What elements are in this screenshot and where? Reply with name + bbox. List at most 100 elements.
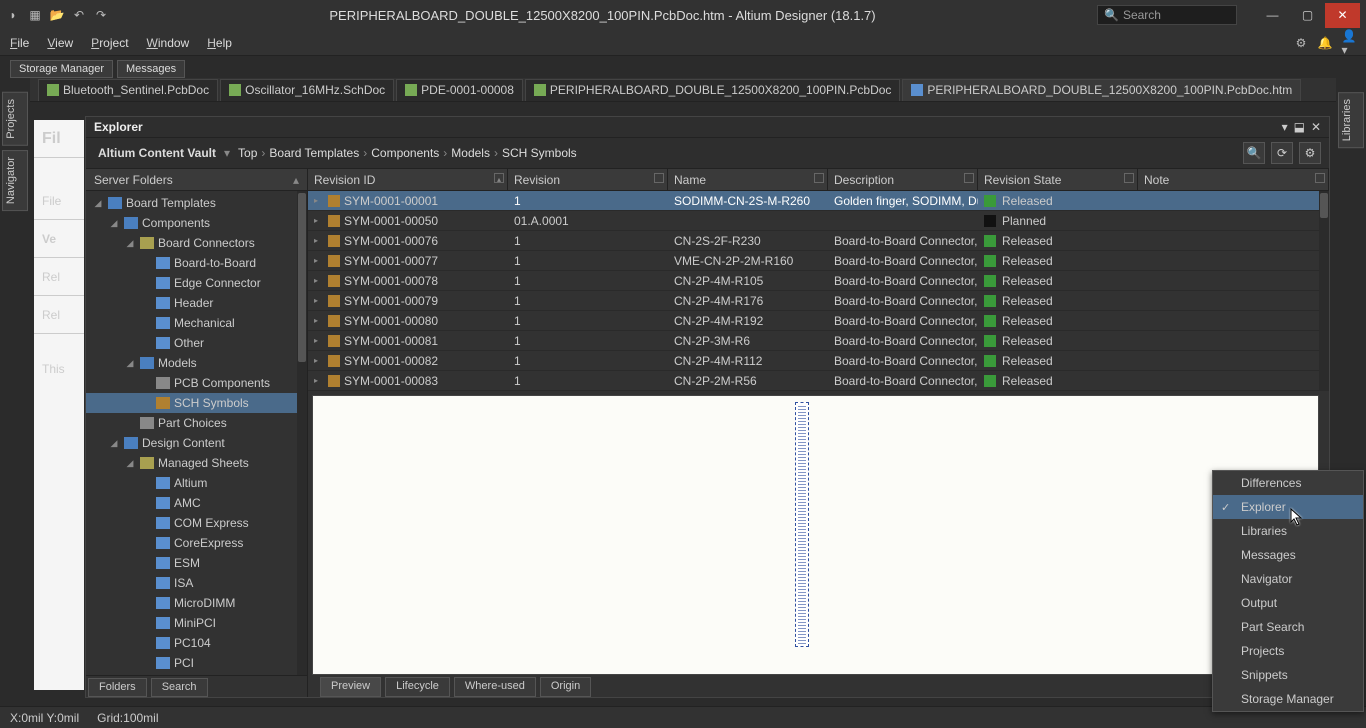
gear-icon[interactable]: ⚙ bbox=[1294, 36, 1308, 50]
tree-node[interactable]: COM Express bbox=[86, 513, 307, 533]
column-header[interactable]: Revision ID▴ bbox=[308, 169, 508, 190]
preview-tab-where-used[interactable]: Where-used bbox=[454, 677, 536, 697]
tree-node[interactable]: Part Choices bbox=[86, 413, 307, 433]
expand-arrow-icon[interactable]: ◢ bbox=[124, 238, 136, 249]
settings-icon[interactable]: ⚙ bbox=[1299, 142, 1321, 164]
tree-node[interactable]: PC104 bbox=[86, 633, 307, 653]
tree-node[interactable]: ◢Components bbox=[86, 213, 307, 233]
context-menu-item[interactable]: Projects bbox=[1213, 639, 1363, 663]
tree-node[interactable]: MiniPCI bbox=[86, 613, 307, 633]
doc-tab[interactable]: PERIPHERALBOARD_DOUBLE_12500X8200_100PIN… bbox=[525, 79, 901, 101]
preview-tab-lifecycle[interactable]: Lifecycle bbox=[385, 677, 450, 697]
table-row[interactable]: ▸SYM-0001-000781CN-2P-4M-R105Board-to-Bo… bbox=[308, 271, 1329, 291]
expand-icon[interactable]: ▸ bbox=[314, 316, 324, 325]
grid-scrollbar[interactable] bbox=[1319, 191, 1329, 391]
search-icon[interactable]: 🔍 bbox=[1243, 142, 1265, 164]
context-menu-item[interactable]: Differences bbox=[1213, 471, 1363, 495]
filter-icon[interactable] bbox=[1315, 173, 1325, 183]
context-menu-item[interactable]: Storage Manager bbox=[1213, 687, 1363, 711]
tree-tab-folders[interactable]: Folders bbox=[88, 678, 147, 697]
expand-arrow-icon[interactable]: ◢ bbox=[124, 358, 136, 369]
tree-node[interactable]: Edge Connector bbox=[86, 273, 307, 293]
column-header[interactable]: Name bbox=[668, 169, 828, 190]
breadcrumb-root[interactable]: Altium Content Vault bbox=[94, 144, 220, 162]
tree-node[interactable]: CoreExpress bbox=[86, 533, 307, 553]
filter-icon[interactable] bbox=[814, 173, 824, 183]
table-row[interactable]: ▸SYM-0001-000801CN-2P-4M-R192Board-to-Bo… bbox=[308, 311, 1329, 331]
doc-tab[interactable]: PDE-0001-00008 bbox=[396, 79, 523, 101]
tree-node[interactable]: MicroDIMM bbox=[86, 593, 307, 613]
tree-header[interactable]: Server Folders ▴ bbox=[86, 169, 307, 191]
menu-view[interactable]: View bbox=[47, 36, 73, 50]
redo-icon[interactable]: ↷ bbox=[94, 8, 108, 22]
table-row[interactable]: ▸SYM-0001-000761CN-2S-2F-R230Board-to-Bo… bbox=[308, 231, 1329, 251]
context-menu-item[interactable]: ✓Explorer bbox=[1213, 495, 1363, 519]
tree-node[interactable]: ◢Models bbox=[86, 353, 307, 373]
tree-node[interactable]: PCI bbox=[86, 653, 307, 673]
column-header[interactable]: Revision State bbox=[978, 169, 1138, 190]
expand-icon[interactable]: ▸ bbox=[314, 256, 324, 265]
table-row[interactable]: ▸SYM-0001-000831CN-2P-2M-R56Board-to-Boa… bbox=[308, 371, 1329, 391]
preview-tab-preview[interactable]: Preview bbox=[320, 677, 381, 697]
tree-node[interactable]: Other bbox=[86, 333, 307, 353]
menu-project[interactable]: Project bbox=[91, 36, 128, 50]
menu-file[interactable]: File bbox=[10, 36, 29, 50]
expand-icon[interactable]: ▸ bbox=[314, 276, 324, 285]
undo-icon[interactable]: ↶ bbox=[72, 8, 86, 22]
panel-pin-icon[interactable]: ⬓ bbox=[1294, 120, 1305, 134]
menu-help[interactable]: Help bbox=[207, 36, 232, 50]
breadcrumb-item[interactable]: Components bbox=[367, 144, 443, 162]
tree-tab-search[interactable]: Search bbox=[151, 678, 208, 697]
menu-window[interactable]: Window bbox=[147, 36, 190, 50]
tree-node[interactable]: ◢Managed Sheets bbox=[86, 453, 307, 473]
doc-tab[interactable]: Bluetooth_Sentinel.PcbDoc bbox=[38, 79, 218, 101]
side-tab-libraries[interactable]: Libraries bbox=[1338, 92, 1364, 148]
table-row[interactable]: ▸SYM-0001-0005001.A.0001Planned bbox=[308, 211, 1329, 231]
expand-arrow-icon[interactable]: ◢ bbox=[124, 458, 136, 469]
table-row[interactable]: ▸SYM-0001-000791CN-2P-4M-R176Board-to-Bo… bbox=[308, 291, 1329, 311]
column-header[interactable]: Revision bbox=[508, 169, 668, 190]
doc-tab[interactable]: PERIPHERALBOARD_DOUBLE_12500X8200_100PIN… bbox=[902, 79, 1301, 101]
tree-node[interactable]: ◢Design Content bbox=[86, 433, 307, 453]
expand-icon[interactable]: ▸ bbox=[314, 216, 324, 225]
bell-icon[interactable]: 🔔 bbox=[1318, 36, 1332, 50]
expand-icon[interactable]: ▸ bbox=[314, 356, 324, 365]
tree-node[interactable]: PCB Components bbox=[86, 373, 307, 393]
tree-node[interactable]: ESM bbox=[86, 553, 307, 573]
column-header[interactable]: Description bbox=[828, 169, 978, 190]
expand-arrow-icon[interactable]: ◢ bbox=[108, 218, 120, 229]
user-icon[interactable]: 👤▾ bbox=[1342, 36, 1356, 50]
open-icon[interactable]: 📂 bbox=[50, 8, 64, 22]
tree-node[interactable]: Header bbox=[86, 293, 307, 313]
doc-tab[interactable]: Oscillator_16MHz.SchDoc bbox=[220, 79, 394, 101]
table-row[interactable]: ▸SYM-0001-000811CN-2P-3M-R6Board-to-Boar… bbox=[308, 331, 1329, 351]
preview-tab-origin[interactable]: Origin bbox=[540, 677, 591, 697]
subtab-messages[interactable]: Messages bbox=[117, 60, 185, 78]
expand-icon[interactable]: ▸ bbox=[314, 296, 324, 305]
refresh-icon[interactable]: ⟳ bbox=[1271, 142, 1293, 164]
preview-area[interactable] bbox=[312, 395, 1319, 675]
maximize-button[interactable]: ▢ bbox=[1290, 3, 1325, 28]
minimize-button[interactable]: — bbox=[1255, 3, 1290, 28]
expand-icon[interactable]: ▸ bbox=[314, 336, 324, 345]
expand-icon[interactable]: ▸ bbox=[314, 376, 324, 385]
context-menu-item[interactable]: Part Search bbox=[1213, 615, 1363, 639]
filter-icon[interactable] bbox=[494, 173, 504, 183]
tree-node[interactable]: ◢Board Connectors bbox=[86, 233, 307, 253]
close-button[interactable]: ✕ bbox=[1325, 3, 1360, 28]
side-tab-navigator[interactable]: Navigator bbox=[2, 150, 28, 211]
tree-node[interactable]: Altium bbox=[86, 473, 307, 493]
panel-dropdown-icon[interactable]: ▾ bbox=[1282, 120, 1288, 134]
expand-icon[interactable]: ▸ bbox=[314, 196, 324, 205]
panel-close-icon[interactable]: ✕ bbox=[1311, 120, 1321, 134]
context-menu-item[interactable]: Snippets bbox=[1213, 663, 1363, 687]
column-header[interactable]: Note bbox=[1138, 169, 1329, 190]
tree-node[interactable]: Mechanical bbox=[86, 313, 307, 333]
breadcrumb-item[interactable]: Top bbox=[234, 144, 261, 162]
filter-icon[interactable] bbox=[1124, 173, 1134, 183]
expand-icon[interactable]: ▸ bbox=[314, 236, 324, 245]
expand-arrow-icon[interactable]: ◢ bbox=[108, 438, 120, 449]
breadcrumb-item[interactable]: Models bbox=[447, 144, 494, 162]
global-search-input[interactable]: 🔍 Search bbox=[1097, 5, 1237, 25]
save-all-icon[interactable]: ▦ bbox=[28, 8, 42, 22]
